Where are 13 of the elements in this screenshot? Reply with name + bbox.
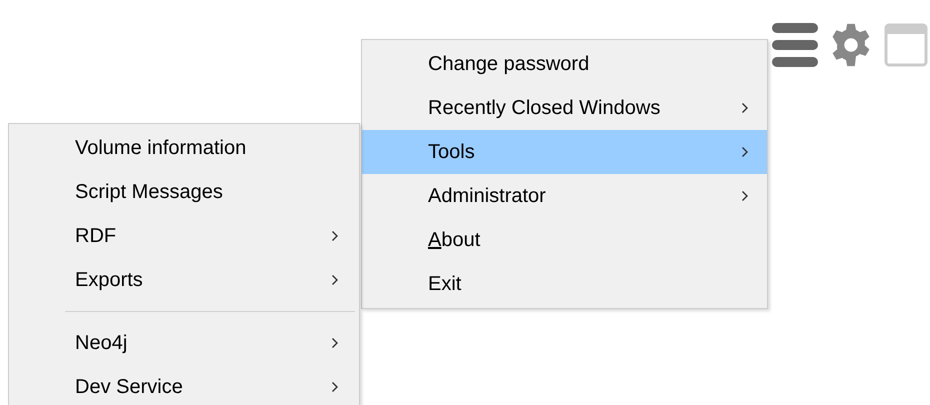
menu-item[interactable]: Neo4j [9,321,359,365]
menu-item[interactable]: RDF [9,214,359,258]
menu-item[interactable]: Script Messages [9,170,359,214]
menu-item[interactable]: Administrator [362,174,767,218]
menu-item[interactable]: Change password [362,42,767,86]
menu-item[interactable]: Tools [362,130,767,174]
menu-item[interactable]: Dev Service [9,365,359,405]
menu-icon[interactable] [772,22,818,68]
menu-item[interactable]: About [362,218,767,262]
menu-item[interactable]: Exit [362,262,767,306]
menu-item[interactable]: Exports [9,258,359,302]
menu-item[interactable]: Recently Closed Windows [362,86,767,130]
menu-item[interactable]: Volume information [9,126,359,170]
